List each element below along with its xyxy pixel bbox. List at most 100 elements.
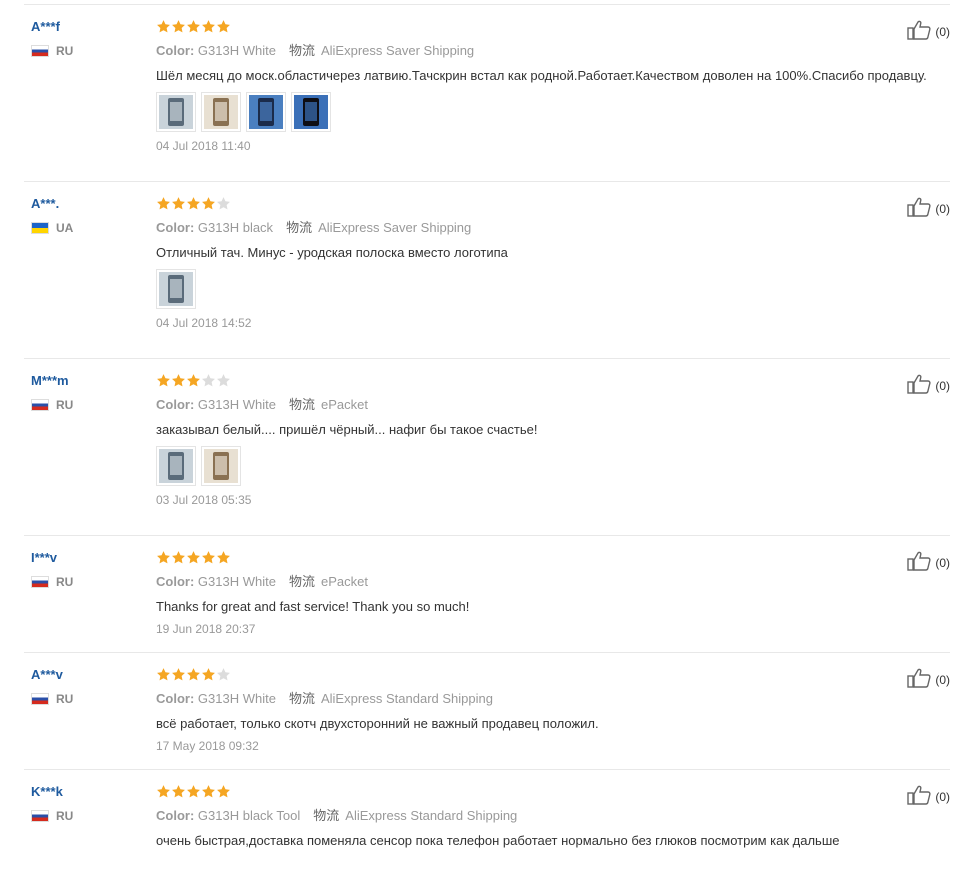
thumbs-up-icon [907, 785, 935, 808]
shipping-info: 物流 AliExpress Standard Shipping [289, 691, 493, 706]
country-flag-icon [31, 693, 49, 705]
helpful-button[interactable]: (0) [907, 785, 950, 808]
color-label: Color: [156, 397, 195, 412]
thumbs-up-icon [907, 374, 935, 397]
shipping-label: 物流 [288, 43, 315, 58]
star-filled-icon [171, 784, 186, 799]
reviewer-name[interactable]: A***v [31, 667, 141, 682]
review-photo-thumbnail[interactable] [201, 446, 241, 486]
shipping-label: 物流 [286, 220, 313, 235]
helpful-count: (0) [935, 378, 950, 393]
review-attributes: Color: G313H White 物流 ePacket [156, 396, 950, 414]
review-body: Color: G313H White 物流 AliExpress Standard … [156, 666, 950, 753]
star-filled-icon [201, 196, 216, 211]
helpful-button[interactable]: (0) [907, 197, 950, 220]
review-date: 17 May 2018 09:32 [156, 739, 259, 753]
helpful-button[interactable]: (0) [907, 668, 950, 691]
star-filled-icon [201, 667, 216, 682]
review-item: A***. UA Color: G313H black 物流 AliExpress Sa… [24, 181, 950, 358]
shipping-method: AliExpress Saver Shipping [320, 43, 475, 58]
thumbs-up-icon [907, 197, 935, 220]
review-text: очень быстрая,доставка поменяла сенсор п… [156, 833, 840, 848]
review-attributes: Color: G313H White 物流 AliExpress Standard … [156, 690, 950, 708]
reviewer-name[interactable]: M***m [31, 373, 141, 388]
reviewer-country: RU [31, 575, 141, 589]
thumbs-up-icon [907, 551, 935, 574]
country-code: RU [56, 44, 74, 58]
star-filled-icon [186, 196, 201, 211]
reviewer-info: I***v RU [31, 550, 141, 589]
thumbs-up-icon [907, 20, 935, 43]
star-filled-icon [216, 550, 231, 565]
review-photos [156, 269, 950, 309]
star-filled-icon [171, 19, 186, 34]
reviewer-name[interactable]: I***v [31, 550, 141, 565]
star-filled-icon [201, 19, 216, 34]
review-photo-thumbnail[interactable] [291, 92, 331, 132]
country-code: RU [56, 575, 74, 589]
reviewer-info: A***. UA [31, 196, 141, 235]
review-photo-thumbnail[interactable] [156, 269, 196, 309]
shipping-label: 物流 [288, 691, 315, 706]
review-item: A***v RU Color: G313H White 物流 AliExpress St… [24, 652, 950, 769]
star-empty-icon [201, 373, 216, 388]
color-label: Color: [156, 574, 195, 589]
review-date: 19 Jun 2018 20:37 [156, 622, 256, 636]
shipping-info: 物流 AliExpress Saver Shipping [289, 43, 474, 58]
shipping-info: 物流 ePacket [289, 574, 368, 589]
review-item: A***f RU Color: G313H White 物流 AliExpress Sa… [24, 4, 950, 181]
review-item: K***k RU Color: G313H black Tool 物流 AliExpre… [24, 769, 950, 869]
review-photo-thumbnail[interactable] [156, 92, 196, 132]
review-attributes: Color: G313H White 物流 AliExpress Saver Shi… [156, 42, 950, 60]
country-flag-icon [31, 399, 49, 411]
star-filled-icon [156, 667, 171, 682]
color-value: G313H White [197, 574, 276, 589]
star-filled-icon [156, 196, 171, 211]
country-flag-icon [31, 222, 49, 234]
star-rating [156, 783, 950, 799]
helpful-button[interactable]: (0) [907, 20, 950, 43]
helpful-count: (0) [935, 789, 950, 804]
review-photo-thumbnail[interactable] [156, 446, 196, 486]
star-filled-icon [156, 550, 171, 565]
shipping-info: 物流 AliExpress Saver Shipping [286, 220, 471, 235]
review-text: Шёл месяц до моск.областичерез латвию.Та… [156, 68, 927, 83]
country-flag-icon [31, 576, 49, 588]
star-filled-icon [201, 784, 216, 799]
star-rating [156, 18, 950, 34]
star-filled-icon [216, 784, 231, 799]
review-attributes: Color: G313H black Tool 物流 AliExpress Stan… [156, 807, 950, 825]
color-label: Color: [156, 691, 195, 706]
shipping-label: 物流 [288, 397, 315, 412]
helpful-button[interactable]: (0) [907, 551, 950, 574]
review-photo-thumbnail[interactable] [201, 92, 241, 132]
star-rating [156, 666, 950, 682]
reviewer-name[interactable]: A***f [31, 19, 141, 34]
shipping-label: 物流 [313, 808, 340, 823]
reviewer-info: K***k RU [31, 784, 141, 823]
helpful-button[interactable]: (0) [907, 374, 950, 397]
country-flag-icon [31, 810, 49, 822]
review-body: Color: G313H White 物流 ePacket Thanks for gr… [156, 549, 950, 636]
helpful-count: (0) [935, 24, 950, 39]
shipping-info: 物流 AliExpress Standard Shipping [313, 808, 517, 823]
color-value: G313H black [197, 220, 274, 235]
helpful-count: (0) [935, 672, 950, 687]
review-photos [156, 446, 950, 486]
review-text: Thanks for great and fast service! Thank… [156, 599, 470, 614]
review-photo-thumbnail[interactable] [246, 92, 286, 132]
reviewer-country: UA [31, 221, 141, 235]
country-code: UA [56, 221, 74, 235]
shipping-label: 物流 [288, 574, 315, 589]
reviewer-country: RU [31, 692, 141, 706]
thumbs-up-icon [907, 668, 935, 691]
star-rating [156, 195, 950, 211]
star-filled-icon [156, 19, 171, 34]
shipping-method: ePacket [320, 574, 368, 589]
review-item: I***v RU Color: G313H White 物流 ePacket Thanks… [24, 535, 950, 652]
reviewer-name[interactable]: A***. [31, 196, 141, 211]
reviewer-name[interactable]: K***k [31, 784, 141, 799]
star-filled-icon [186, 667, 201, 682]
review-item: M***m RU Color: G313H White 物流 ePacket заказы… [24, 358, 950, 535]
review-text: всё работает, только скотч двухсторонний… [156, 716, 599, 731]
